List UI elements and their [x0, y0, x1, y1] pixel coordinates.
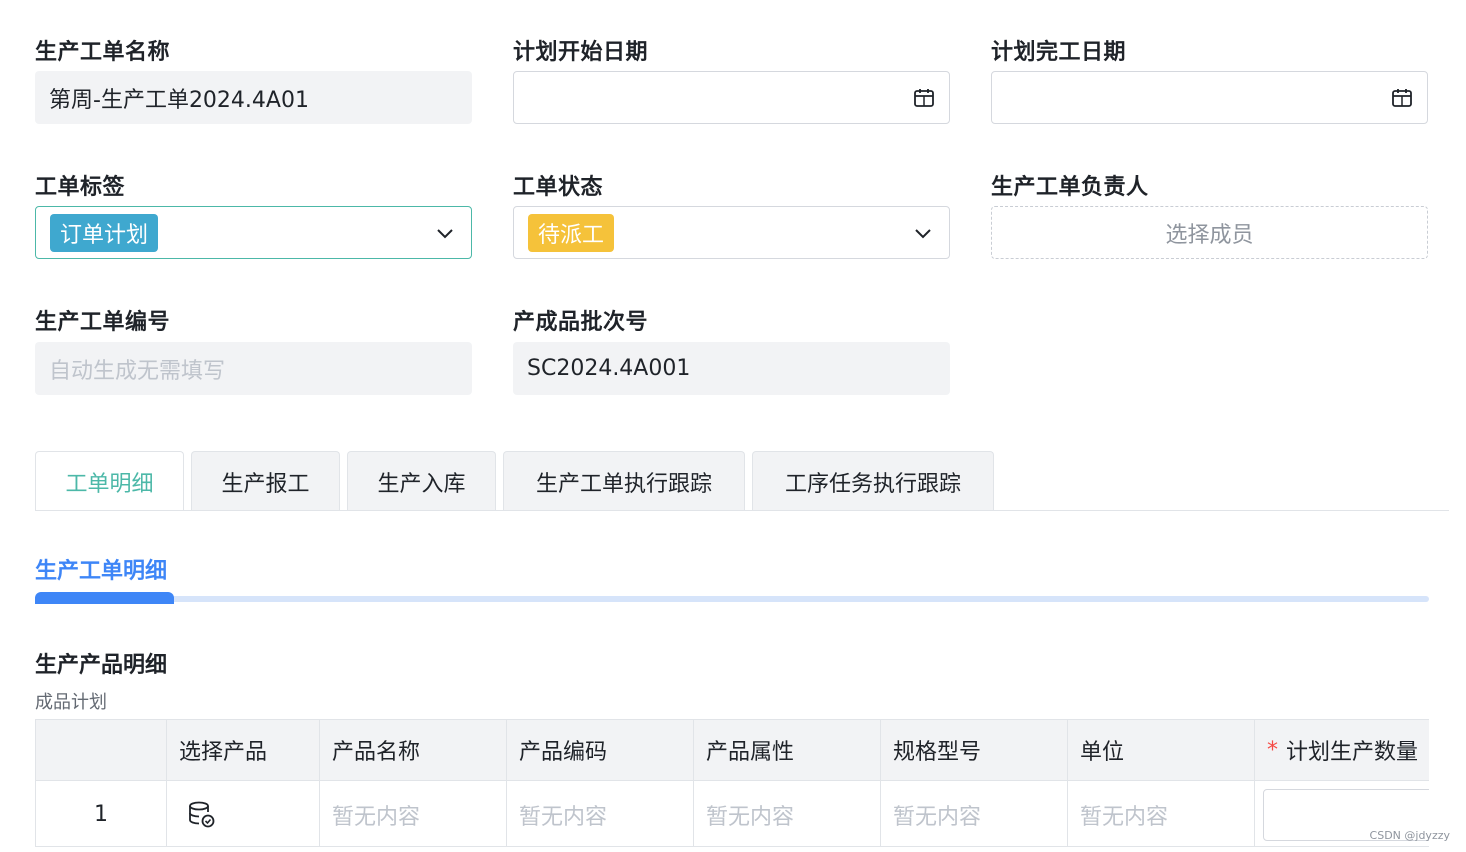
product-code-cell: 暂无内容: [507, 781, 694, 846]
column-header-product-attr: 产品属性: [694, 720, 881, 780]
batch-no-field[interactable]: SC2024.4A001: [513, 342, 950, 395]
plan-start-label: 计划开始日期: [513, 40, 649, 65]
order-no-field[interactable]: 自动生成无需填写: [35, 342, 472, 395]
required-mark: *: [1267, 737, 1278, 763]
select-product-cell[interactable]: [167, 781, 320, 846]
section-progress: [35, 592, 1429, 604]
table-row: 1 暂无内容 暂无内容 暂无内容 暂无内容 暂无内容: [36, 780, 1429, 846]
column-header-unit: 单位: [1068, 720, 1255, 780]
product-detail-caption: 成品计划: [35, 692, 107, 713]
column-header-product-code: 产品编码: [507, 720, 694, 780]
order-status-label: 工单状态: [513, 175, 604, 200]
chevron-down-icon[interactable]: [911, 221, 935, 245]
owner-label: 生产工单负责人: [991, 175, 1149, 200]
unit-cell: 暂无内容: [1068, 781, 1255, 846]
column-header-index: [36, 720, 167, 780]
order-name-label: 生产工单名称: [35, 40, 171, 65]
product-name-cell: 暂无内容: [320, 781, 507, 846]
table-header-row: 选择产品 产品名称 产品编码 产品属性 规格型号 单位 * 计划生产数量: [36, 720, 1429, 780]
section-progress-fill: [35, 592, 175, 604]
order-tag-label: 工单标签: [35, 175, 126, 200]
tab-production-report[interactable]: 生产报工: [191, 451, 340, 511]
product-attr-cell: 暂无内容: [694, 781, 881, 846]
plan-start-date-picker[interactable]: [513, 71, 950, 124]
section-title[interactable]: 生产工单明细: [35, 553, 167, 585]
batch-no-label: 产成品批次号: [513, 310, 649, 335]
column-header-select-product: 选择产品: [167, 720, 320, 780]
plan-end-label: 计划完工日期: [991, 40, 1127, 65]
tab-divider: [35, 510, 1449, 511]
column-header-spec: 规格型号: [881, 720, 1068, 780]
tab-bar: 工单明细 生产报工 生产入库 生产工单执行跟踪 工序任务执行跟踪: [35, 451, 994, 511]
product-table: 选择产品 产品名称 产品编码 产品属性 规格型号 单位 * 计划生产数量 1 暂…: [35, 719, 1429, 847]
tab-order-tracking[interactable]: 生产工单执行跟踪: [503, 451, 745, 511]
order-tag-select[interactable]: 订单计划: [35, 206, 472, 259]
order-status-chip: 待派工: [528, 213, 615, 252]
column-header-product-name: 产品名称: [320, 720, 507, 780]
plan-end-date-picker[interactable]: [991, 71, 1428, 124]
column-header-plan-qty: * 计划生产数量: [1255, 720, 1429, 780]
select-member-button[interactable]: 选择成员: [991, 206, 1428, 259]
tab-production-inbound[interactable]: 生产入库: [347, 451, 496, 511]
watermark: CSDN @jdyzzy: [1369, 829, 1450, 842]
tab-process-tracking[interactable]: 工序任务执行跟踪: [752, 451, 994, 511]
plan-qty-header-label: 计划生产数量: [1286, 740, 1419, 765]
chevron-down-icon[interactable]: [433, 221, 457, 245]
order-no-label: 生产工单编号: [35, 310, 171, 335]
database-select-icon[interactable]: [187, 800, 217, 830]
tab-order-detail[interactable]: 工单明细: [35, 451, 184, 511]
spec-cell: 暂无内容: [881, 781, 1068, 846]
product-detail-title: 生产产品明细: [35, 653, 168, 678]
order-status-select[interactable]: 待派工: [513, 206, 950, 259]
calendar-icon[interactable]: [913, 87, 935, 109]
row-index: 1: [36, 781, 167, 846]
calendar-icon[interactable]: [1391, 87, 1413, 109]
order-name-field[interactable]: 第周-生产工单2024.4A01: [35, 71, 472, 124]
order-tag-chip: 订单计划: [50, 213, 159, 252]
